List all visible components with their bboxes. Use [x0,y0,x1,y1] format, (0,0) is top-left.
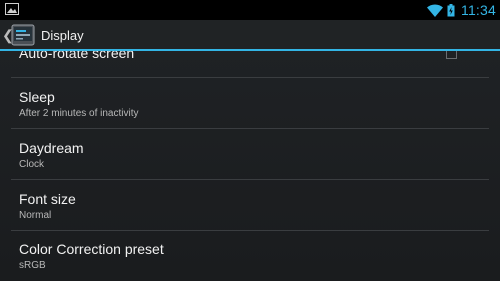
up-navigation-button[interactable]: ❮ Display [0,20,110,50]
settings-item-sleep[interactable]: Sleep After 2 minutes of inactivity [0,78,500,128]
settings-item-summary: sRGB [19,260,46,271]
display-settings-icon [11,24,35,46]
status-icons: 11:34 [427,1,496,19]
settings-list[interactable]: Auto-rotate screen Sleep After 2 minutes… [0,51,500,281]
settings-item-title: Auto-rotate screen [19,51,135,61]
action-bar-divider [0,49,500,51]
settings-item-title: Font size [19,191,76,207]
status-clock: 11:34 [461,2,496,18]
settings-item-summary: After 2 minutes of inactivity [19,108,139,119]
settings-item-summary: Clock [19,159,45,170]
page-title: Display [41,27,84,43]
wifi-icon [427,3,443,17]
settings-item-summary: Normal [19,210,52,221]
auto-rotate-checkbox[interactable] [446,51,457,59]
battery-charging-icon [447,3,455,16]
image-notification-icon [5,3,19,15]
chevron-left-icon: ❮ [2,26,14,43]
settings-item-daydream[interactable]: Daydream Clock [0,129,500,179]
action-bar: ❮ Display [0,20,500,50]
settings-item-color-correction[interactable]: Color Correction preset sRGB [0,231,500,281]
settings-item-title: Color Correction preset [19,241,164,257]
settings-item-font-size[interactable]: Font size Normal [0,180,500,230]
settings-item-title: Sleep [19,89,55,105]
status-bar: 11:34 [0,0,500,20]
screen: 11:34 ❮ Display Auto-rotate screen Sleep… [0,0,500,281]
settings-item-title: Daydream [19,140,84,156]
